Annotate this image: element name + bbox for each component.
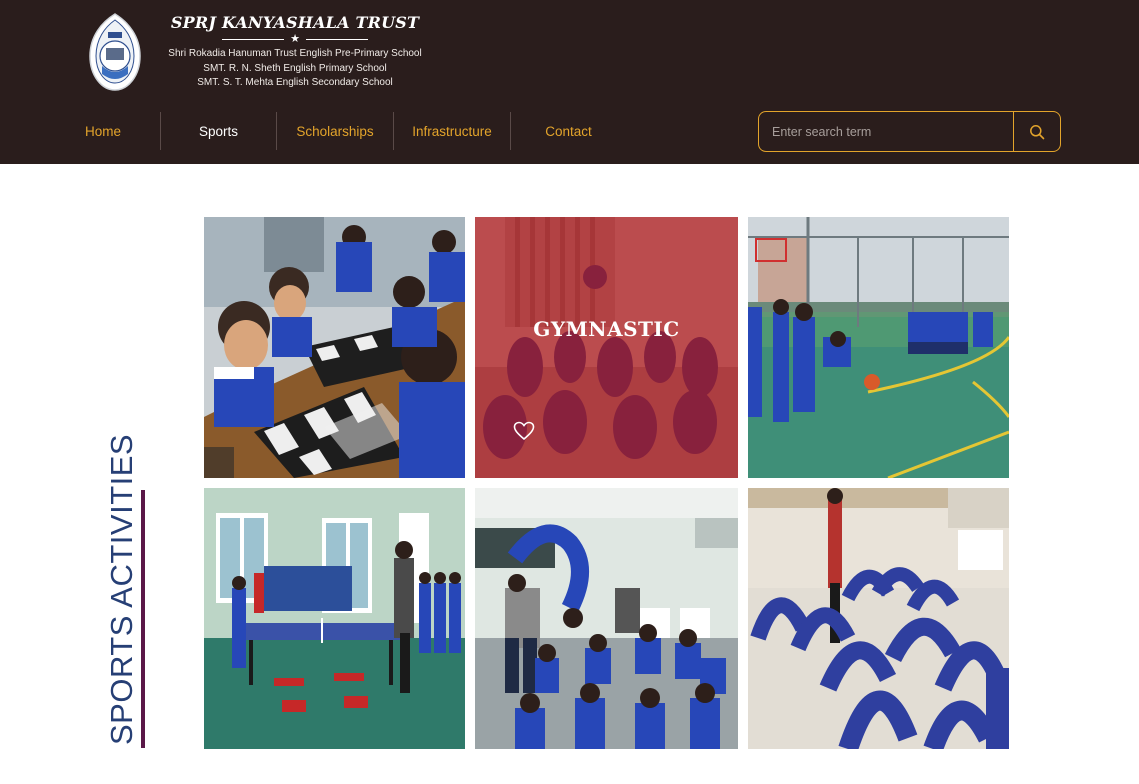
nav-sports[interactable]: Sports xyxy=(161,112,276,150)
brand-block: SPRJ KANYASHALA TRUST ★ Shri Rokadia Han… xyxy=(160,13,430,91)
star-icon: ★ xyxy=(290,33,300,45)
school-name-1: Shri Rokadia Hanuman Trust English Pre-P… xyxy=(168,48,422,59)
tile-caption: GYMNASTIC xyxy=(533,317,680,341)
nav-home[interactable]: Home xyxy=(46,112,160,150)
chess-photo xyxy=(204,217,465,478)
heading-accent-bar xyxy=(141,490,145,748)
yoga-photo xyxy=(748,488,1009,749)
basketball-photo xyxy=(748,217,1009,478)
gallery-tile-gymnastic[interactable]: GYMNASTIC xyxy=(475,217,738,478)
gallery-tile-gymnastics-training[interactable] xyxy=(475,488,738,749)
main-nav: Home Sports Scholarships Infrastructure … xyxy=(46,112,626,150)
search-input[interactable] xyxy=(759,112,1013,151)
nav-contact[interactable]: Contact xyxy=(511,112,626,150)
search-icon xyxy=(1030,124,1045,139)
heart-icon[interactable] xyxy=(513,421,535,441)
gallery-tile-table-tennis[interactable] xyxy=(204,488,465,749)
nav-scholarships[interactable]: Scholarships xyxy=(277,112,393,150)
gallery-tile-basketball[interactable] xyxy=(748,217,1009,478)
title-divider: ★ xyxy=(160,33,430,45)
search-button[interactable] xyxy=(1013,112,1060,151)
gymnastics-training-photo xyxy=(475,488,738,749)
gallery-tile-chess[interactable] xyxy=(204,217,465,478)
table-tennis-photo xyxy=(204,488,465,749)
school-name-2: SMT. R. N. Sheth English Primary School xyxy=(203,62,387,74)
school-name-3: SMT. S. T. Mehta English Secondary Schoo… xyxy=(197,77,393,88)
nav-infrastructure[interactable]: Infrastructure xyxy=(394,112,510,150)
search-box xyxy=(758,111,1061,152)
gallery-tile-yoga[interactable] xyxy=(748,488,1009,749)
site-header: SPRJ KANYASHALA TRUST ★ Shri Rokadia Han… xyxy=(0,0,1139,164)
site-title: SPRJ KANYASHALA TRUST xyxy=(170,13,420,32)
school-logo[interactable] xyxy=(88,12,142,92)
section-heading: SPORTS ACTIVITIES xyxy=(104,433,139,745)
